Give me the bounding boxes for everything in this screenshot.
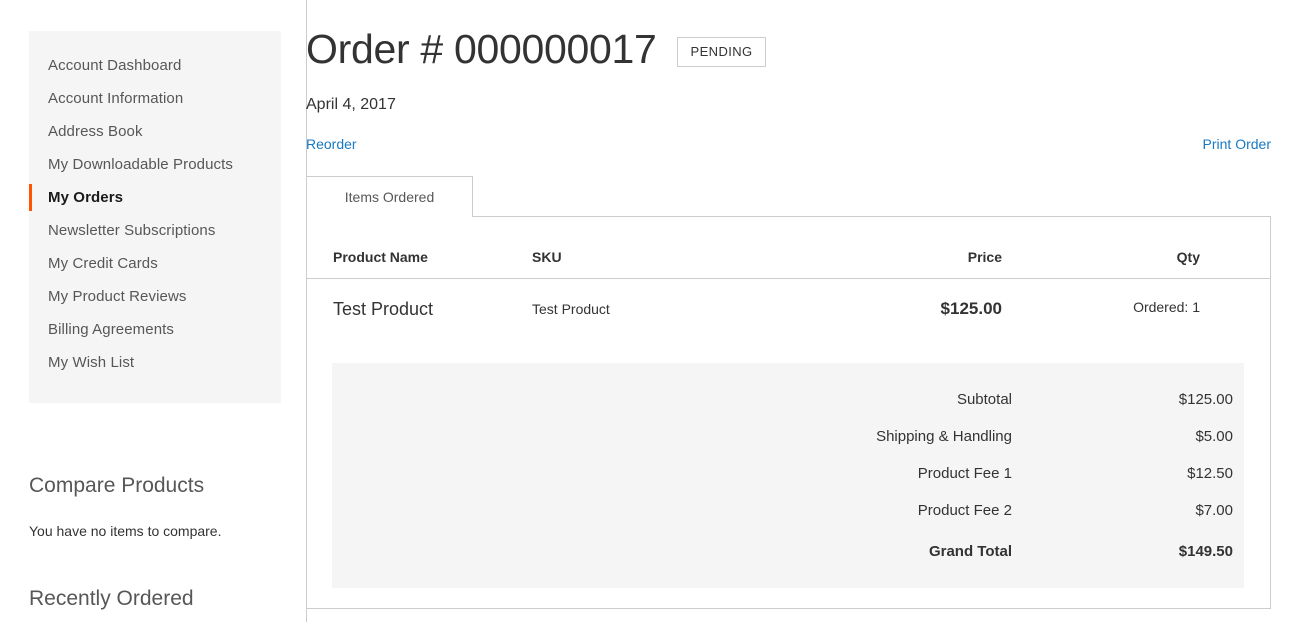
- cell-price: $125.00: [802, 279, 1002, 341]
- sidebar-item-my-downloadable-products[interactable]: My Downloadable Products: [29, 148, 281, 181]
- recently-ordered-title: Recently Ordered: [29, 587, 194, 610]
- order-header: Order # 000000017 PENDING: [306, 0, 1300, 74]
- totals-table: Subtotal $125.00 Shipping & Handling $5.00 P…: [332, 381, 1244, 570]
- order-actions: Reorder Print Order: [306, 134, 1300, 154]
- cell-product-name: Test Product: [307, 279, 532, 341]
- table-row: Test Product Test Product $125.00 Ordered: …: [307, 279, 1270, 341]
- column-header-subtotal: Subtotal: [1200, 217, 1270, 279]
- account-sidebar: Account Dashboard Account Information Addr…: [29, 31, 281, 622]
- compare-products-empty-text: You have no items to compare.: [29, 523, 222, 539]
- main-content: Order # 000000017 PENDING April 4, 2017 …: [306, 0, 1300, 622]
- compare-products-title: Compare Products: [29, 474, 205, 497]
- order-date: April 4, 2017: [306, 96, 396, 113]
- cell-subtotal: $125.00: [1200, 279, 1270, 341]
- reorder-link[interactable]: Reorder: [306, 134, 357, 154]
- price-value: $125.00: [940, 299, 1002, 318]
- items-table-header-row: Product Name SKU Price Qty Subtotal: [307, 217, 1270, 279]
- total-value: $149.50: [1178, 543, 1233, 560]
- cell-qty: Ordered: 1: [1002, 279, 1200, 341]
- sidebar-item-address-book[interactable]: Address Book: [29, 115, 281, 148]
- product-name-text: Test Product: [333, 299, 434, 319]
- total-label: Shipping & Handling: [876, 428, 1012, 445]
- recently-ordered-block: Recently Ordered: [29, 586, 281, 612]
- total-label: Grand Total: [928, 543, 1012, 560]
- sidebar-item-billing-agreements[interactable]: Billing Agreements: [29, 313, 281, 346]
- order-tabs: Items Ordered: [306, 176, 1300, 217]
- total-label: Product Fee 2: [917, 502, 1012, 519]
- total-label: Subtotal: [956, 391, 1012, 408]
- status-badge: PENDING: [676, 37, 766, 67]
- column-header-sku: SKU: [532, 217, 802, 279]
- total-row: Subtotal $125.00: [332, 381, 1244, 418]
- order-view-page: Account Dashboard Account Information Addr…: [0, 0, 1300, 622]
- tab-items-ordered[interactable]: Items Ordered: [306, 176, 473, 217]
- column-header-product-name: Product Name: [307, 217, 532, 279]
- sidebar-item-my-product-reviews[interactable]: My Product Reviews: [29, 280, 281, 313]
- print-order-link[interactable]: Print Order: [1203, 134, 1271, 154]
- qty-value: Ordered: 1: [1133, 299, 1200, 315]
- column-header-price: Price: [802, 217, 1002, 279]
- total-value: $5.00: [1195, 428, 1233, 445]
- column-header-qty: Qty: [1002, 217, 1200, 279]
- sidebar-item-my-wish-list[interactable]: My Wish List: [29, 346, 281, 379]
- page-title: Order # 000000017: [306, 26, 657, 72]
- sidebar-item-account-information[interactable]: Account Information: [29, 82, 281, 115]
- total-row: Product Fee 1 $12.50: [332, 455, 1244, 492]
- items-table: Product Name SKU Price Qty Subtotal Test…: [307, 217, 1270, 341]
- sidebar-item-account-dashboard[interactable]: Account Dashboard: [29, 49, 281, 82]
- sidebar-item-my-credit-cards[interactable]: My Credit Cards: [29, 247, 281, 280]
- sidebar-item-newsletter-subscriptions[interactable]: Newsletter Subscriptions: [29, 214, 281, 247]
- total-label: Product Fee 1: [917, 465, 1012, 482]
- compare-products-block: Compare Products You have no items to co…: [29, 473, 281, 541]
- total-row: Shipping & Handling $5.00: [332, 418, 1244, 455]
- total-value: $125.00: [1178, 391, 1233, 408]
- total-value: $7.00: [1195, 502, 1233, 519]
- total-value: $12.50: [1187, 465, 1233, 482]
- total-row: Product Fee 2 $7.00: [332, 492, 1244, 529]
- items-ordered-panel: Product Name SKU Price Qty Subtotal Test…: [306, 217, 1271, 609]
- cell-sku: Test Product: [532, 301, 610, 317]
- sidebar-item-my-orders[interactable]: My Orders: [29, 181, 281, 214]
- account-nav: Account Dashboard Account Information Addr…: [29, 31, 281, 403]
- grand-total-row: Grand Total $149.50: [332, 529, 1244, 570]
- order-totals: Subtotal $125.00 Shipping & Handling $5.00 P…: [332, 363, 1244, 588]
